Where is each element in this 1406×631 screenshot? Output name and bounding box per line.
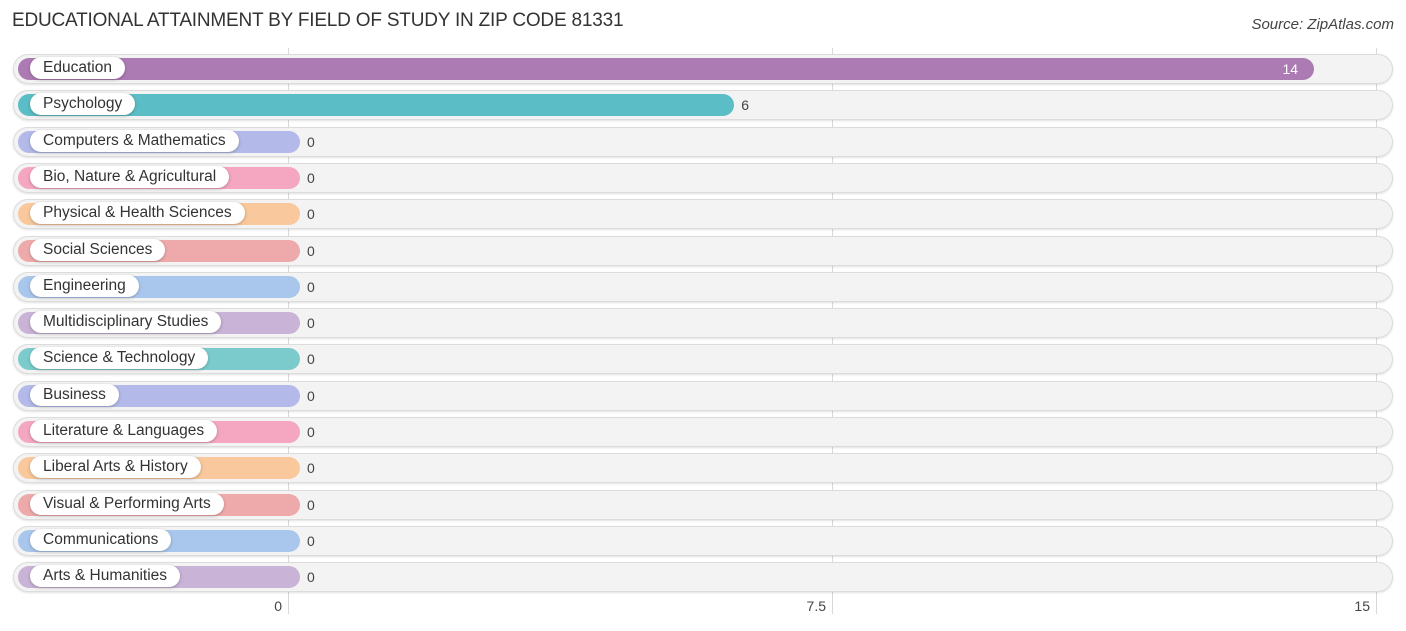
value-label: 14 [1282, 61, 1299, 77]
value-label: 6 [741, 97, 749, 114]
value-label: 0 [307, 496, 315, 513]
category-label: Psychology [30, 93, 136, 116]
value-label: 0 [307, 206, 315, 223]
category-label: Literature & Languages [30, 420, 218, 442]
category-label: Arts & Humanities [30, 565, 181, 588]
value-label: 0 [307, 315, 315, 332]
category-label: Liberal Arts & History [30, 456, 201, 479]
x-tick-label: 0 [274, 598, 282, 614]
category-label: Social Sciences [30, 238, 166, 261]
category-label: Multidisciplinary Studies [30, 311, 222, 334]
category-label: Science & Technology [30, 347, 209, 370]
value-label: 0 [307, 532, 315, 549]
bar[interactable] [18, 58, 1315, 80]
category-label: Communications [30, 528, 172, 551]
x-tick-label: 7.5 [806, 598, 826, 614]
value-label: 0 [307, 242, 315, 259]
category-label: Engineering [30, 274, 139, 297]
category-label: Business [30, 383, 119, 406]
category-label: Bio, Nature & Agricultural [30, 165, 230, 188]
value-label: 0 [307, 387, 315, 404]
category-label: Physical & Health Sciences [30, 202, 245, 225]
value-label: 0 [307, 169, 315, 186]
value-label: 0 [307, 278, 315, 295]
value-label: 0 [307, 569, 315, 586]
value-label: 0 [307, 133, 315, 150]
bar-chart: 0 7.5 15 Education 14 Psychology 6 Computers & … [0, 0, 1406, 631]
x-tick-label: 15 [1354, 598, 1370, 614]
value-label: 0 [307, 424, 315, 440]
value-label: 0 [307, 351, 315, 368]
category-label: Computers & Mathematics [30, 129, 239, 152]
category-label: Visual & Performing Arts [30, 492, 224, 515]
category-label: Education [30, 57, 125, 79]
value-label: 0 [307, 460, 315, 477]
